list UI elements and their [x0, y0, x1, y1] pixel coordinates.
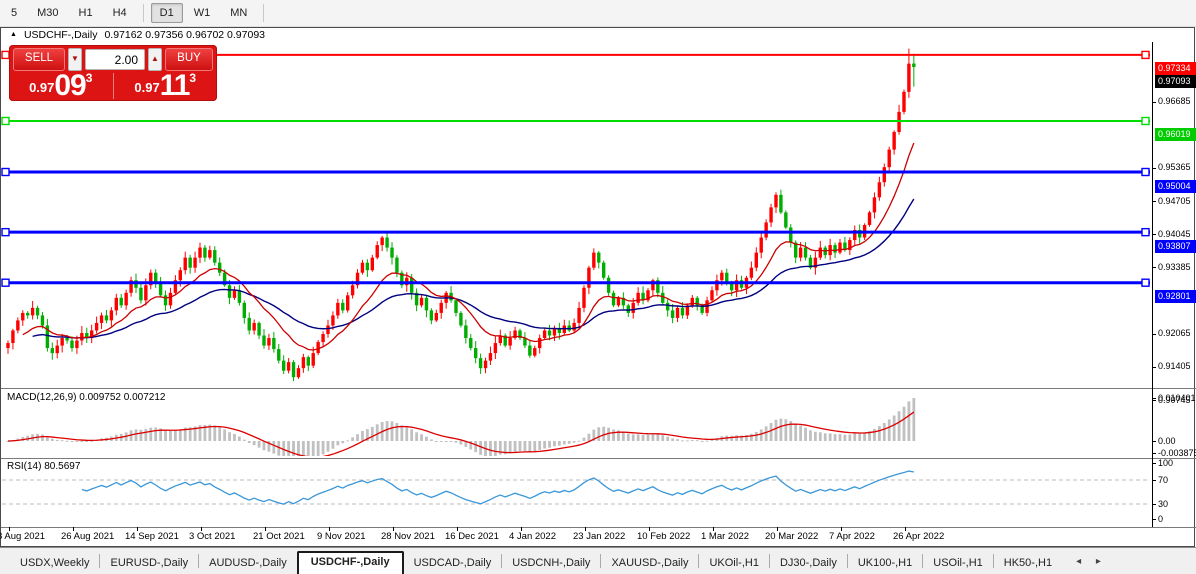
- timeframe-button-m30[interactable]: M30: [28, 3, 67, 23]
- macd-tick-label: 0.010401: [1158, 393, 1196, 404]
- price-tick-mark: [1152, 267, 1156, 268]
- buy-price-prefix: 0.97: [134, 77, 159, 99]
- sell-price-prefix: 0.97: [29, 77, 54, 99]
- price-tick-mark: [1152, 102, 1156, 103]
- price-tick-label: 0.96685: [1158, 96, 1196, 107]
- tab-audusd-daily[interactable]: AUDUSD-,Daily: [199, 553, 297, 574]
- volume-increase-button[interactable]: ▲: [148, 48, 162, 71]
- tab-eurusd-daily[interactable]: EURUSD-,Daily: [100, 553, 198, 574]
- triangle-icon: ▲: [10, 31, 17, 38]
- price-axis-line: [1152, 42, 1153, 527]
- date-tick-label: 10 Feb 2022: [637, 531, 690, 542]
- date-tick-label: 4 Jan 2022: [509, 531, 556, 542]
- macd-tick-label: 0.00: [1158, 436, 1196, 447]
- rsi-tick-label: 70: [1158, 475, 1196, 486]
- tab-scroll-arrows[interactable]: ◂ ▸: [1076, 556, 1107, 567]
- tab-uk100-h1[interactable]: UK100-,H1: [848, 553, 922, 574]
- date-tick-label: 21 Oct 2021: [253, 531, 305, 542]
- sell-price[interactable]: 0.97093: [9, 71, 113, 101]
- chart-symbol-period: USDCHF-,Daily: [24, 29, 98, 41]
- macd-tick-mark: [1152, 441, 1156, 442]
- panel-splitter[interactable]: [1, 458, 1196, 459]
- date-tick-label: 26 Aug 2021: [61, 531, 114, 542]
- date-tick-label: 16 Dec 2021: [445, 531, 499, 542]
- timeframe-button-5[interactable]: 5: [2, 3, 26, 23]
- rsi-tick-mark: [1152, 504, 1156, 505]
- sell-price-big: 09: [54, 73, 85, 99]
- price-tick-label: 0.91405: [1158, 361, 1196, 372]
- timeframe-button-h1[interactable]: H1: [70, 3, 102, 23]
- date-tick-label: 7 Apr 2022: [829, 531, 875, 542]
- buy-button[interactable]: BUY: [165, 48, 213, 71]
- rsi-tick-label: 30: [1158, 499, 1196, 510]
- timeframe-button-mn[interactable]: MN: [221, 3, 256, 23]
- date-tick-label: 20 Mar 2022: [765, 531, 818, 542]
- price-tick-label: 0.94705: [1158, 196, 1196, 207]
- date-tick-label: 28 Nov 2021: [381, 531, 435, 542]
- price-badge: 0.97093: [1155, 75, 1196, 88]
- tab-usoil-h1[interactable]: USOil-,H1: [923, 553, 993, 574]
- sell-price-sup: 3: [86, 72, 93, 84]
- timeframe-button-w1[interactable]: W1: [185, 3, 220, 23]
- toolbar-separator: [143, 4, 144, 22]
- price-tick-mark: [1152, 201, 1156, 202]
- date-tick-label: 23 Jan 2022: [573, 531, 625, 542]
- price-badge: 0.97334: [1155, 62, 1196, 75]
- date-tick-label: 3 Oct 2021: [189, 531, 235, 542]
- volume-decrease-button[interactable]: ▼: [68, 48, 82, 71]
- price-tick-mark: [1152, 400, 1156, 401]
- date-tick-label: 9 Nov 2021: [317, 531, 366, 542]
- date-tick-label: 14 Sep 2021: [125, 531, 179, 542]
- rsi-tick-mark: [1152, 480, 1156, 481]
- tab-usdchf-daily[interactable]: USDCHF-,Daily: [297, 551, 404, 574]
- price-tick-mark: [1152, 334, 1156, 335]
- chart-window[interactable]: ▲ USDCHF-,Daily 0.97162 0.97356 0.96702 …: [0, 27, 1195, 547]
- price-badge: 0.92801: [1155, 290, 1196, 303]
- volume-input[interactable]: [85, 49, 145, 70]
- buy-price[interactable]: 0.97113: [114, 71, 218, 101]
- toolbar-separator: [263, 4, 264, 22]
- one-click-trade-panel: SELL ▼ ▲ BUY 0.97093 0.97113: [9, 45, 217, 101]
- chart-title-bar: ▲ USDCHF-,Daily 0.97162 0.97356 0.96702 …: [1, 28, 1194, 42]
- macd-tick-mark: [1152, 398, 1156, 399]
- price-badge: 0.95004: [1155, 180, 1196, 193]
- sell-button[interactable]: SELL: [13, 48, 65, 71]
- chart-tab-bar: USDX,WeeklyEURUSD-,DailyAUDUSD-,DailyUSD…: [0, 547, 1196, 574]
- price-badge: 0.96019: [1155, 128, 1196, 141]
- tab-usdx-weekly[interactable]: USDX,Weekly: [10, 553, 99, 574]
- panel-splitter: [1, 527, 1196, 528]
- price-tick-mark: [1152, 168, 1156, 169]
- date-tick-label: 26 Apr 2022: [893, 531, 944, 542]
- price-tick-label: 0.94045: [1158, 229, 1196, 240]
- price-tick-label: 0.93385: [1158, 262, 1196, 273]
- date-tick-label: 8 Aug 2021: [0, 531, 45, 542]
- tab-dj30-daily[interactable]: DJ30-,Daily: [770, 553, 847, 574]
- price-tick-label: 0.95365: [1158, 162, 1196, 173]
- rsi-label: RSI(14) 80.5697: [7, 461, 80, 472]
- tab-usdcnh-daily[interactable]: USDCNH-,Daily: [502, 553, 600, 574]
- buy-price-big: 11: [160, 73, 190, 99]
- timeframe-button-h4[interactable]: H4: [104, 3, 136, 23]
- timeframe-toolbar: 5M30H1H4 D1W1MN: [0, 0, 1196, 27]
- panel-splitter[interactable]: [1, 388, 1196, 389]
- price-tick-mark: [1152, 367, 1156, 368]
- chart-ohlc-values: 0.97162 0.97356 0.96702 0.97093: [104, 29, 265, 41]
- timeframe-button-d1[interactable]: D1: [151, 3, 183, 23]
- tab-hk50-h1[interactable]: HK50-,H1: [994, 553, 1062, 574]
- buy-price-sup: 3: [189, 72, 196, 84]
- rsi-tick-label: 100: [1158, 458, 1196, 469]
- rsi-tick-label: 0: [1158, 514, 1196, 525]
- macd-label: MACD(12,26,9) 0.009752 0.007212: [7, 392, 165, 403]
- price-tick-label: 0.92065: [1158, 328, 1196, 339]
- price-badge: 0.93807: [1155, 240, 1196, 253]
- rsi-tick-mark: [1152, 519, 1156, 520]
- tab-ukoil-h1[interactable]: UKOil-,H1: [699, 553, 769, 574]
- rsi-tick-mark: [1152, 463, 1156, 464]
- date-tick-label: 1 Mar 2022: [701, 531, 749, 542]
- tab-usdcad-daily[interactable]: USDCAD-,Daily: [404, 553, 502, 574]
- tab-xauusd-daily[interactable]: XAUUSD-,Daily: [601, 553, 698, 574]
- price-tick-mark: [1152, 234, 1156, 235]
- macd-tick-mark: [1152, 453, 1156, 454]
